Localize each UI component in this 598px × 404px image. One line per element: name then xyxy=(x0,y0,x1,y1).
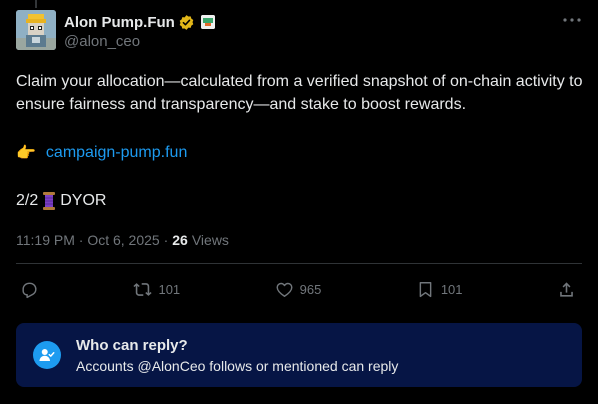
action-bar: 101 965 101 xyxy=(20,277,576,301)
like-icon xyxy=(276,282,293,297)
divider xyxy=(16,263,582,264)
views-count: 26 xyxy=(172,232,188,248)
like-count: 965 xyxy=(299,281,322,297)
post-header: Alon Pump.Fun @alon_ceo xyxy=(16,10,584,54)
avatar[interactable] xyxy=(16,10,56,50)
reply-button[interactable] xyxy=(20,280,39,299)
bookmark-count: 101 xyxy=(440,281,463,297)
reply-restriction-title: Who can reply? xyxy=(76,336,188,354)
more-icon[interactable] xyxy=(560,10,584,30)
thread-counter: 2/2 xyxy=(16,192,39,209)
repost-count: 101 xyxy=(158,281,181,297)
verified-icon[interactable] xyxy=(178,14,195,31)
campaign-link[interactable]: campaign-pump.fun xyxy=(46,144,187,162)
reply-restriction-icon xyxy=(33,341,61,369)
reply-restriction-texts: Who can reply? Accounts @AlonCeo follows… xyxy=(76,337,398,374)
author-names: Alon Pump.Fun @alon_ceo xyxy=(64,12,560,50)
handle[interactable]: @alon_ceo xyxy=(64,33,560,50)
repost-button[interactable]: 101 xyxy=(133,280,180,299)
reply-restriction-subtitle: Accounts @AlonCeo follows or mentioned c… xyxy=(76,357,399,374)
dyor-text: DYOR xyxy=(60,192,107,209)
share-button[interactable] xyxy=(557,280,576,299)
share-icon xyxy=(560,281,573,297)
name-row: Alon Pump.Fun xyxy=(64,12,560,32)
post-timestamp[interactable]: 11:19 PM · Oct 6, 2025 · xyxy=(16,232,168,248)
reply-restriction-banner: Who can reply? Accounts @AlonCeo follows… xyxy=(16,323,582,387)
bookmark-icon xyxy=(419,281,432,297)
post-meta: 11:19 PM · Oct 6, 2025 · 26 Views xyxy=(16,230,229,250)
repost-icon xyxy=(133,282,153,296)
affiliate-badge-icon[interactable] xyxy=(200,15,215,29)
bookmark-button[interactable]: 101 xyxy=(416,280,463,299)
views-label: Views xyxy=(191,232,229,248)
avatar-image xyxy=(16,10,56,50)
post-footer-line: 2/2 DYOR xyxy=(16,189,106,213)
thread-spool-icon xyxy=(43,192,56,210)
like-button[interactable]: 965 xyxy=(275,280,322,299)
display-name[interactable]: Alon Pump.Fun xyxy=(64,14,175,31)
thread-connector-line xyxy=(35,0,37,8)
post-text: Claim your allocation—calculated from a … xyxy=(16,73,583,113)
post-link-line: 👉 campaign-pump.fun xyxy=(16,141,187,165)
pointing-hand-icon: 👉 xyxy=(16,145,36,162)
reply-icon xyxy=(22,282,37,298)
